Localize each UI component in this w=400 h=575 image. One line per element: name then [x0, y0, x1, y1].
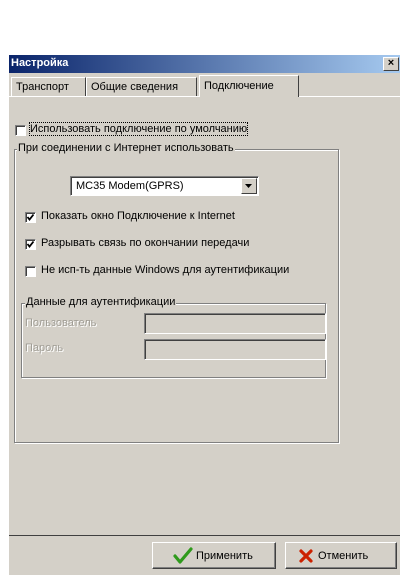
- device-select[interactable]: MC35 Modem(GPRS): [70, 176, 259, 196]
- disconnect-label: Разрывать связь по окончании передачи: [41, 237, 250, 249]
- close-icon: ×: [387, 57, 395, 69]
- tab-label: Транспорт: [16, 81, 69, 93]
- apply-button-label: Применить: [196, 550, 253, 562]
- tab-label: Общие сведения: [91, 81, 179, 93]
- no-windows-auth-checkbox[interactable]: [25, 266, 36, 277]
- user-input[interactable]: [144, 313, 326, 334]
- show-window-checkbox[interactable]: [25, 212, 36, 223]
- x-icon: [299, 549, 313, 563]
- tab-panel-connection: Использовать подключение по умолчанию Пр…: [9, 96, 400, 536]
- cancel-button[interactable]: Отменить: [285, 542, 397, 569]
- show-window-label: Показать окно Подключение к Internet: [41, 210, 235, 222]
- device-select-value: MC35 Modem(GPRS): [76, 180, 184, 192]
- no-windows-auth-label: Не исп-ть данные Windows для аутентифика…: [41, 264, 290, 276]
- auth-data-group: Данные для аутентификации Пользователь П…: [21, 296, 326, 378]
- apply-button[interactable]: Применить: [152, 542, 276, 569]
- tab-label: Подключение: [204, 80, 274, 92]
- tab-connection[interactable]: Подключение: [199, 75, 299, 97]
- checkmark-icon: [26, 213, 35, 221]
- use-default-checkbox[interactable]: [15, 125, 26, 136]
- use-default-label[interactable]: Использовать подключение по умолчанию: [28, 122, 249, 136]
- password-input[interactable]: [144, 339, 326, 360]
- disconnect-checkbox[interactable]: [25, 239, 36, 250]
- close-button[interactable]: ×: [383, 57, 399, 71]
- tab-general[interactable]: Общие сведения: [86, 77, 197, 96]
- checkmark-icon: [173, 547, 193, 564]
- title-bar: Настройка ×: [9, 55, 400, 73]
- device-dropdown-button[interactable]: [241, 178, 257, 194]
- user-label: Пользователь: [25, 317, 97, 329]
- tab-transport[interactable]: Транспорт: [11, 77, 86, 96]
- cancel-button-label: Отменить: [318, 550, 369, 562]
- password-label: Пароль: [25, 342, 64, 354]
- settings-dialog: Настройка × Транспорт Общие сведения Под…: [8, 54, 400, 575]
- internet-connection-group: При соединении с Интернет использовать M…: [14, 142, 339, 443]
- chevron-down-icon: [245, 184, 252, 188]
- internet-group-legend: При соединении с Интернет использовать: [17, 142, 235, 154]
- auth-group-legend: Данные для аутентификации: [25, 296, 177, 308]
- checkmark-icon: [26, 240, 35, 248]
- window-title: Настройка: [11, 57, 69, 69]
